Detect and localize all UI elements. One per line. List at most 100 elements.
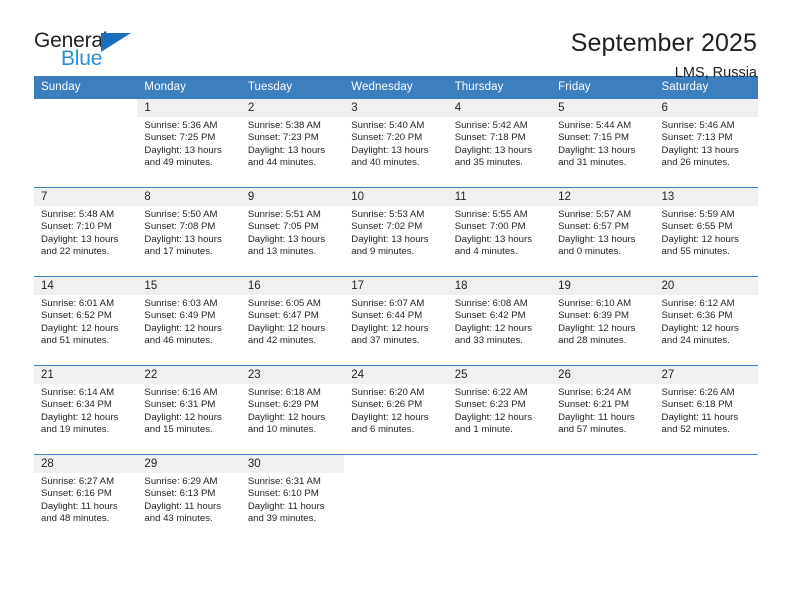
- daylight-text: Daylight: 13 hours and 17 minutes.: [144, 233, 222, 258]
- calendar-cell-day-10[interactable]: 10 Sunrise: 5:53 AM Sunset: 7:02 PM Dayligh…: [344, 187, 448, 277]
- calendar-body: 1 Sunrise: 5:36 AM Sunset: 7:25 PM Daylight…: [34, 98, 758, 544]
- calendar-cell-day-12[interactable]: 12 Sunrise: 5:57 AM Sunset: 6:57 PM Dayligh…: [551, 187, 655, 277]
- calendar-cell-empty: [654, 454, 758, 544]
- calendar-cell-day-20[interactable]: 20 Sunrise: 6:12 AM Sunset: 6:36 PM Dayligh…: [654, 276, 758, 366]
- calendar-cell-day-19[interactable]: 19 Sunrise: 6:10 AM Sunset: 6:39 PM Dayligh…: [551, 276, 655, 366]
- calendar-cell-day-18[interactable]: 18 Sunrise: 6:08 AM Sunset: 6:42 PM Dayligh…: [447, 276, 552, 366]
- daylight-text: Daylight: 13 hours and 0 minutes.: [558, 233, 636, 258]
- calendar-cell-day-4[interactable]: 4 Sunrise: 5:42 AM Sunset: 7:18 PM Daylight…: [447, 98, 552, 188]
- sunset-text: Sunset: 6:57 PM: [558, 221, 630, 233]
- sunset-text: Sunset: 6:10 PM: [247, 488, 319, 500]
- logo-word-blue: Blue: [61, 47, 103, 70]
- sunrise-text: Sunrise: 5:48 AM: [41, 209, 115, 220]
- calendar-cell-day-24[interactable]: 24 Sunrise: 6:20 AM Sunset: 6:26 PM Dayligh…: [344, 365, 448, 455]
- calendar-cell-day-25[interactable]: 25 Sunrise: 6:22 AM Sunset: 6:23 PM Dayligh…: [447, 365, 552, 455]
- daylight-text: Daylight: 13 hours and 44 minutes.: [247, 144, 326, 169]
- calendar-cell-day-17[interactable]: 17 Sunrise: 6:07 AM Sunset: 6:44 PM Dayligh…: [344, 276, 448, 366]
- calendar-cell-day-30[interactable]: 30 Sunrise: 6:31 AM Sunset: 6:10 PM Dayligh…: [240, 454, 345, 544]
- sunrise-text: Sunrise: 6:14 AM: [41, 387, 115, 398]
- day-number: [447, 455, 552, 473]
- sunrise-text: Sunrise: 5:51 AM: [247, 209, 321, 220]
- sunrise-text: Sunrise: 6:18 AM: [247, 387, 321, 398]
- daylight-text: Daylight: 11 hours and 52 minutes.: [661, 411, 739, 436]
- calendar-cell-day-11[interactable]: 11 Sunrise: 5:55 AM Sunset: 7:00 PM Dayligh…: [447, 187, 552, 277]
- day-details: Sunrise: 5:55 AM Sunset: 7:00 PM Daylight:…: [448, 206, 551, 259]
- sunrise-text: Sunrise: 5:40 AM: [351, 120, 425, 131]
- daylight-text: Daylight: 13 hours and 13 minutes.: [247, 233, 326, 258]
- daylight-text: Daylight: 12 hours and 46 minutes.: [144, 322, 222, 347]
- sunrise-text: Sunrise: 6:03 AM: [144, 298, 218, 309]
- sunrise-text: Sunrise: 5:44 AM: [558, 120, 632, 131]
- sunrise-text: Sunrise: 5:53 AM: [351, 209, 425, 220]
- sunrise-text: Sunrise: 6:22 AM: [454, 387, 528, 398]
- day-number: [654, 455, 758, 473]
- day-number: 1: [137, 99, 241, 117]
- sunrise-text: Sunrise: 6:20 AM: [351, 387, 425, 398]
- calendar-cell-day-13[interactable]: 13 Sunrise: 5:59 AM Sunset: 6:55 PM Dayligh…: [654, 187, 758, 277]
- calendar-week-row: 14 Sunrise: 6:01 AM Sunset: 6:52 PM Dayligh…: [34, 276, 758, 366]
- calendar-cell-day-14[interactable]: 14 Sunrise: 6:01 AM Sunset: 6:52 PM Dayligh…: [34, 276, 138, 366]
- sunset-text: Sunset: 6:13 PM: [144, 488, 216, 500]
- daylight-text: Daylight: 12 hours and 6 minutes.: [351, 411, 429, 436]
- calendar-cell-day-5[interactable]: 5 Sunrise: 5:44 AM Sunset: 7:15 PM Daylight…: [551, 98, 655, 188]
- calendar-cell-day-27[interactable]: 27 Sunrise: 6:26 AM Sunset: 6:18 PM Dayligh…: [654, 365, 758, 455]
- calendar-cell-day-21[interactable]: 21 Sunrise: 6:14 AM Sunset: 6:34 PM Dayligh…: [34, 365, 138, 455]
- day-details: Sunrise: 5:38 AM Sunset: 7:23 PM Daylight:…: [241, 117, 344, 170]
- day-number: 30: [240, 455, 345, 473]
- day-details: Sunrise: 6:05 AM Sunset: 6:47 PM Daylight:…: [241, 295, 344, 348]
- calendar-cell-day-15[interactable]: 15 Sunrise: 6:03 AM Sunset: 6:49 PM Dayligh…: [137, 276, 241, 366]
- calendar-cell-day-26[interactable]: 26 Sunrise: 6:24 AM Sunset: 6:21 PM Dayligh…: [551, 365, 655, 455]
- day-details: Sunrise: 5:42 AM Sunset: 7:18 PM Daylight:…: [448, 117, 551, 170]
- calendar-cell-day-29[interactable]: 29 Sunrise: 6:29 AM Sunset: 6:13 PM Dayligh…: [137, 454, 241, 544]
- calendar-cell-day-28[interactable]: 28 Sunrise: 6:27 AM Sunset: 6:16 PM Dayligh…: [34, 454, 138, 544]
- daylight-text: Daylight: 13 hours and 35 minutes.: [454, 144, 533, 169]
- daylight-text: Daylight: 12 hours and 19 minutes.: [41, 411, 119, 436]
- day-details: Sunrise: 5:46 AM Sunset: 7:13 PM Daylight:…: [655, 117, 758, 170]
- sunrise-text: Sunrise: 6:10 AM: [558, 298, 632, 309]
- sunrise-text: Sunrise: 5:50 AM: [144, 209, 218, 220]
- day-details: Sunrise: 5:59 AM Sunset: 6:55 PM Daylight:…: [655, 206, 758, 259]
- weekday-header-tuesday: Tuesday: [240, 76, 345, 99]
- day-details: Sunrise: 6:01 AM Sunset: 6:52 PM Daylight:…: [34, 295, 137, 348]
- daylight-text: Daylight: 13 hours and 49 minutes.: [144, 144, 222, 169]
- sunset-text: Sunset: 6:23 PM: [454, 399, 526, 411]
- daylight-text: Daylight: 13 hours and 9 minutes.: [351, 233, 429, 258]
- day-details: Sunrise: 6:24 AM Sunset: 6:21 PM Daylight:…: [551, 384, 654, 437]
- calendar-cell-day-9[interactable]: 9 Sunrise: 5:51 AM Sunset: 7:05 PM Daylight…: [240, 187, 345, 277]
- weekday-header-thursday: Thursday: [447, 76, 552, 99]
- daylight-text: Daylight: 12 hours and 51 minutes.: [41, 322, 119, 347]
- day-details: Sunrise: 6:14 AM Sunset: 6:34 PM Daylight:…: [34, 384, 137, 437]
- day-number: 11: [447, 188, 552, 206]
- calendar-cell-day-23[interactable]: 23 Sunrise: 6:18 AM Sunset: 6:29 PM Dayligh…: [240, 365, 345, 455]
- day-details: Sunrise: 6:22 AM Sunset: 6:23 PM Daylight:…: [448, 384, 551, 437]
- calendar-cell-day-2[interactable]: 2 Sunrise: 5:38 AM Sunset: 7:23 PM Daylight…: [240, 98, 345, 188]
- calendar-cell-day-8[interactable]: 8 Sunrise: 5:50 AM Sunset: 7:08 PM Daylight…: [137, 187, 241, 277]
- sunset-text: Sunset: 6:49 PM: [144, 310, 216, 322]
- sunrise-text: Sunrise: 5:55 AM: [454, 209, 528, 220]
- sunset-text: Sunset: 6:52 PM: [41, 310, 112, 322]
- calendar-cell-day-1[interactable]: 1 Sunrise: 5:36 AM Sunset: 7:25 PM Daylight…: [137, 98, 241, 188]
- sunset-text: Sunset: 6:42 PM: [454, 310, 526, 322]
- general-blue-logo[interactable]: General Blue: [34, 28, 138, 74]
- sunrise-text: Sunrise: 6:24 AM: [558, 387, 632, 398]
- sunset-text: Sunset: 6:16 PM: [41, 488, 112, 500]
- sunset-text: Sunset: 7:10 PM: [41, 221, 112, 233]
- calendar-cell-day-3[interactable]: 3 Sunrise: 5:40 AM Sunset: 7:20 PM Daylight…: [344, 98, 448, 188]
- daylight-text: Daylight: 12 hours and 10 minutes.: [247, 411, 326, 436]
- day-number: 4: [447, 99, 552, 117]
- weekday-header-monday: Monday: [137, 76, 241, 99]
- sunset-text: Sunset: 6:47 PM: [247, 310, 319, 322]
- calendar-week-row: 28 Sunrise: 6:27 AM Sunset: 6:16 PM Dayligh…: [34, 454, 758, 544]
- calendar-cell-day-16[interactable]: 16 Sunrise: 6:05 AM Sunset: 6:47 PM Dayligh…: [240, 276, 345, 366]
- day-number: 26: [551, 366, 655, 384]
- sunset-text: Sunset: 6:29 PM: [247, 399, 319, 411]
- sunrise-text: Sunrise: 6:29 AM: [144, 476, 218, 487]
- day-number: 22: [137, 366, 241, 384]
- calendar-week-row: 1 Sunrise: 5:36 AM Sunset: 7:25 PM Daylight…: [34, 98, 758, 188]
- calendar-cell-day-7[interactable]: 7 Sunrise: 5:48 AM Sunset: 7:10 PM Daylight…: [34, 187, 138, 277]
- daylight-text: Daylight: 12 hours and 1 minute.: [454, 411, 533, 436]
- calendar-cell-day-6[interactable]: 6 Sunrise: 5:46 AM Sunset: 7:13 PM Daylight…: [654, 98, 758, 188]
- calendar-cell-day-22[interactable]: 22 Sunrise: 6:16 AM Sunset: 6:31 PM Dayligh…: [137, 365, 241, 455]
- sunset-text: Sunset: 7:25 PM: [144, 132, 216, 144]
- day-number: 28: [34, 455, 138, 473]
